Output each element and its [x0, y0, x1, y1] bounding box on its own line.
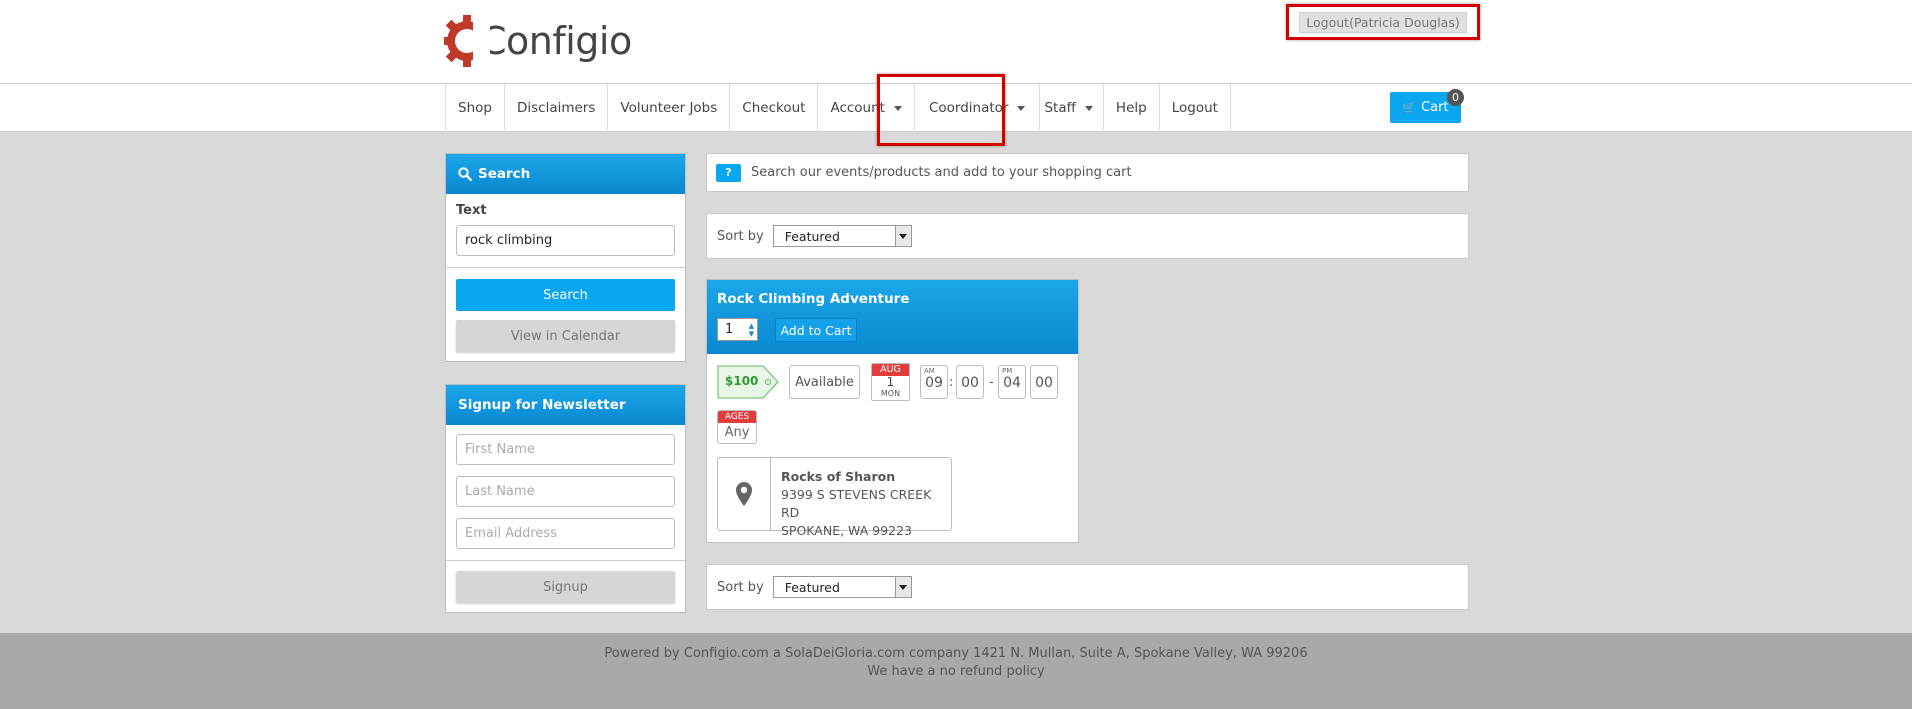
logout-user-highlight: Logout(Patricia Douglas)	[1286, 4, 1480, 40]
end-meridiem: PM	[1002, 367, 1013, 375]
chevron-down-icon[interactable]	[894, 577, 911, 597]
search-button[interactable]: Search	[456, 279, 675, 311]
newsletter-panel-header: Signup for Newsletter	[446, 385, 685, 425]
date-calendar-icon: AUG 1 MON	[871, 363, 910, 401]
divider	[446, 267, 685, 268]
time-range-dash: -	[989, 375, 994, 390]
header: Configio Logout(Patricia Douglas)	[0, 0, 1912, 83]
sort-select[interactable]: Featured	[772, 576, 912, 598]
search-text-input[interactable]: rock climbing	[456, 225, 675, 256]
nav-label: Volunteer Jobs	[620, 100, 718, 116]
main-nav: Shop Disclaimers Volunteer Jobs Checkout…	[445, 84, 1231, 132]
logo-text: Configio	[480, 19, 632, 63]
divider	[446, 560, 685, 561]
last-name-field[interactable]: Last Name	[456, 476, 675, 507]
nav-label: Staff	[1044, 100, 1076, 116]
sort-label: Sort by	[717, 579, 764, 595]
nav-logout[interactable]: Logout	[1160, 84, 1231, 132]
date-day: 1	[886, 375, 895, 389]
ages-value: Any	[724, 425, 750, 440]
nav-label: Shop	[458, 100, 492, 116]
nav-shop[interactable]: Shop	[446, 84, 505, 132]
sort-select-value: Featured	[784, 228, 840, 244]
spinner-icon[interactable]: ▲ ▼	[746, 319, 757, 340]
nav-help[interactable]: Help	[1104, 84, 1160, 132]
cart-count-badge: 0	[1447, 89, 1464, 106]
product-card: Rock Climbing Adventure 1 ▲ ▼ Add to Cart…	[706, 279, 1079, 543]
email-field[interactable]: Email Address	[456, 518, 675, 549]
sort-select[interactable]: Featured	[772, 225, 912, 247]
location-address-line2: SPOKANE, WA 99223	[781, 523, 912, 538]
sort-select-value: Featured	[784, 579, 840, 595]
nav-label: Logout	[1171, 100, 1218, 116]
location-address-line1: 9399 S STEVENS CREEK RD	[781, 487, 932, 520]
newsletter-panel: Signup for Newsletter First Name Last Na…	[445, 384, 686, 613]
end-minute: 00	[1030, 365, 1058, 399]
chevron-down-icon[interactable]	[894, 226, 911, 246]
search-panel-title: Search	[478, 166, 531, 182]
cart-icon: 🛒	[1402, 101, 1417, 114]
search-panel-header: Search	[446, 154, 685, 194]
time-colon: :	[949, 375, 954, 390]
sort-label: Sort by	[717, 228, 764, 244]
nav-label: Checkout	[742, 100, 806, 116]
nav-checkout[interactable]: Checkout	[730, 84, 819, 132]
nav-staff[interactable]: Staff	[1040, 84, 1104, 132]
availability-badge: Available	[789, 365, 860, 399]
footer-company-info: Powered by Configio.com a SolaDeiGloria.…	[604, 646, 1308, 661]
help-icon[interactable]: ?	[716, 163, 741, 182]
help-bar: ? Search our events/products and add to …	[706, 153, 1469, 192]
view-in-calendar-button[interactable]: View in Calendar	[456, 320, 675, 352]
logo[interactable]: Configio	[444, 14, 632, 68]
ages-label: AGES	[718, 411, 756, 423]
signup-button[interactable]: Signup	[456, 571, 675, 603]
location-text: Rocks of Sharon 9399 S STEVENS CREEK RD …	[781, 468, 951, 540]
gear-logo-icon	[444, 15, 490, 67]
footer-refund-policy: We have a no refund policy	[867, 664, 1045, 679]
sort-bar-bottom: Sort by Featured	[706, 564, 1469, 610]
map-pin-icon	[718, 458, 771, 530]
product-card-header: Rock Climbing Adventure 1 ▲ ▼ Add to Cart	[707, 280, 1078, 354]
end-minute-value: 00	[1035, 375, 1053, 391]
coordinator-highlight	[877, 74, 1005, 146]
search-panel: Search Text rock climbing Search View in…	[445, 153, 686, 362]
add-to-cart-button[interactable]: Add to Cart	[775, 318, 857, 342]
footer: Powered by Configio.com a SolaDeiGloria.…	[0, 633, 1912, 709]
start-minute: 00	[956, 365, 984, 399]
product-title[interactable]: Rock Climbing Adventure	[717, 291, 909, 307]
first-name-field[interactable]: First Name	[456, 434, 675, 465]
end-hour: PM 04	[998, 365, 1026, 399]
ages-badge: AGES Any	[717, 410, 757, 444]
start-minute-value: 00	[961, 375, 979, 391]
caret-down-icon	[1017, 105, 1026, 111]
search-icon	[458, 167, 472, 181]
price-tag: $100	[717, 365, 779, 399]
sort-bar-top: Sort by Featured	[706, 213, 1469, 259]
location-box[interactable]: Rocks of Sharon 9399 S STEVENS CREEK RD …	[717, 457, 952, 538]
end-hour-value: 04	[1003, 375, 1021, 391]
start-hour-value: 09	[925, 375, 943, 391]
nav-volunteer-jobs[interactable]: Volunteer Jobs	[608, 84, 731, 132]
caret-down-icon	[1084, 105, 1093, 111]
price-value: $100	[725, 374, 759, 388]
start-meridiem: AM	[924, 367, 935, 375]
quantity-value: 1	[725, 322, 734, 337]
cart-label: Cart	[1421, 100, 1449, 115]
text-label: Text	[456, 203, 487, 218]
quantity-stepper[interactable]: 1 ▲ ▼	[717, 318, 758, 341]
nav-label: Disclaimers	[516, 100, 596, 116]
nav-label: Help	[1115, 100, 1147, 116]
date-weekday: MON	[880, 389, 901, 398]
location-name: Rocks of Sharon	[781, 469, 896, 484]
nav-disclaimers[interactable]: Disclaimers	[505, 84, 609, 132]
help-text: Search our events/products and add to yo…	[751, 165, 1132, 180]
logout-user-button[interactable]: Logout(Patricia Douglas)	[1299, 11, 1467, 33]
start-hour: AM 09	[920, 365, 948, 399]
